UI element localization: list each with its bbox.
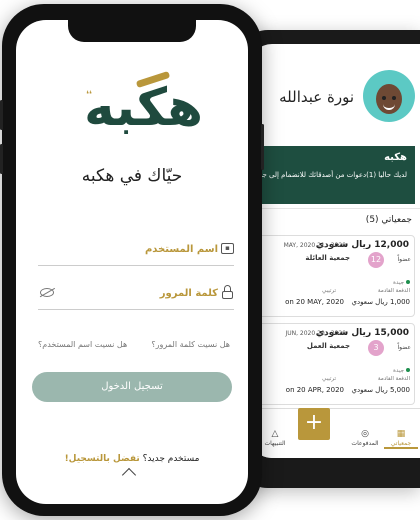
status-text: جيدة — [393, 368, 404, 374]
status-label: جيدة — [393, 368, 410, 374]
payments-icon: ◎ — [361, 429, 369, 439]
id-card-icon: ▪ — [221, 243, 234, 254]
chevron-up-icon[interactable] — [121, 467, 137, 483]
bell-icon: △ — [271, 429, 279, 439]
invites-banner[interactable]: هكبه لديك حاليا (1)دعوات من أصدقائك للان… — [250, 146, 415, 204]
status-bar — [250, 44, 420, 68]
app-logo: ❛❛ هكبه — [80, 70, 203, 156]
next-payment-value: 5,000 ريال سعودي — [351, 386, 411, 394]
next-payment-label: الدفعة القادمة — [377, 376, 410, 382]
avatar[interactable] — [363, 70, 415, 122]
password-label: كلمة المرور — [159, 288, 218, 299]
username-label: اسم المستخدم — [144, 244, 218, 255]
members-badge: 12 — [368, 252, 384, 268]
username-field[interactable]: ▪ اسم المستخدم — [38, 240, 234, 266]
banner-title: هكبه — [384, 152, 407, 163]
groups-icon: ▦ — [396, 429, 406, 439]
bottom-nav: ▦ جمعياتي ◎ المدفوعات + △ التنبيهات — [250, 408, 420, 458]
lock-icon — [222, 285, 233, 299]
order-value: on 20 APR, 2020 — [285, 386, 344, 394]
group-name: جمعية العائلة — [305, 254, 350, 262]
group-card[interactable]: 12,000 ريال سعودي 2020 - 21 MAY, 2020 جم… — [250, 235, 415, 317]
avatar-eye-icon — [382, 96, 386, 100]
order-label: ترتيبي — [322, 376, 336, 382]
forgot-password-link[interactable]: هل نسيت كلمة المرور؟ — [151, 340, 230, 349]
status-text: جيدة — [393, 280, 404, 286]
password-field[interactable]: كلمة المرور — [38, 284, 234, 310]
avatar-eye-icon — [392, 96, 396, 100]
add-group-button[interactable]: + — [298, 408, 330, 440]
phone-side-button — [0, 100, 3, 130]
members-label: عضواً — [397, 344, 411, 351]
register-prompt: مستخدم جديد؟ تفضل بالتسجيل! — [16, 454, 248, 464]
status-dot-icon — [406, 368, 410, 372]
login-button[interactable]: تسجيل الدخول — [32, 372, 232, 402]
status-dot-icon — [406, 280, 410, 284]
members-badge: 3 — [368, 340, 384, 356]
phone-side-button — [261, 124, 264, 170]
welcome-title: حيّاك في هكبه — [81, 166, 183, 186]
next-payment-value: 1,000 ريال سعودي — [351, 298, 411, 306]
tab-groups[interactable]: ▦ جمعياتي — [384, 429, 418, 449]
tab-groups-label: جمعياتي — [390, 440, 412, 447]
register-link[interactable]: تفضل بالتسجيل! — [65, 454, 140, 464]
tab-notifications[interactable]: △ التنبيهات — [258, 429, 292, 447]
logo-wordmark: هكبه — [84, 78, 204, 138]
members-label: عضواً — [397, 256, 411, 263]
groups-title: جمعياتي (5) — [365, 215, 412, 225]
phone-side-button — [0, 144, 3, 174]
tab-payments-label: المدفوعات — [351, 440, 379, 447]
banner-text: لديك حاليا (1)دعوات من أصدقائك للانضمام … — [250, 171, 407, 179]
user-name: نورة عبدالله — [279, 88, 354, 106]
next-payment-label: الدفعة القادمة — [377, 288, 410, 294]
status-label: جيدة — [393, 280, 410, 286]
group-dates: 2020 - 21 MAY, 2020 — [283, 242, 346, 249]
eye-off-icon[interactable] — [40, 288, 54, 297]
tab-payments[interactable]: ◎ المدفوعات — [348, 429, 382, 447]
group-name: جمعية العمل — [306, 342, 350, 350]
order-label: ترتيبي — [322, 288, 336, 294]
home-screen: نورة عبدالله هكبه لديك حاليا (1)دعوات من… — [250, 44, 420, 458]
app-showcase: نورة عبدالله هكبه لديك حاليا (1)دعوات من… — [0, 0, 420, 520]
forgot-username-link[interactable]: هل نسيت اسم المستخدم؟ — [38, 340, 127, 349]
order-value: on 20 MAY, 2020 — [285, 298, 344, 306]
group-card[interactable]: 15,000 ريال سعودي 2020 - 20 JUN, 2020 جم… — [250, 323, 415, 405]
group-dates: 2020 - 20 JUN, 2020 — [285, 330, 346, 337]
tab-notifications-label: التنبيهات — [264, 440, 286, 447]
new-user-text: مستخدم جديد؟ — [142, 454, 200, 464]
profile-header: نورة عبدالله — [250, 68, 420, 138]
login-screen: ❛❛ هكبه حيّاك في هكبه ▪ اسم المستخدم كلم… — [16, 20, 248, 504]
notch — [68, 20, 196, 42]
